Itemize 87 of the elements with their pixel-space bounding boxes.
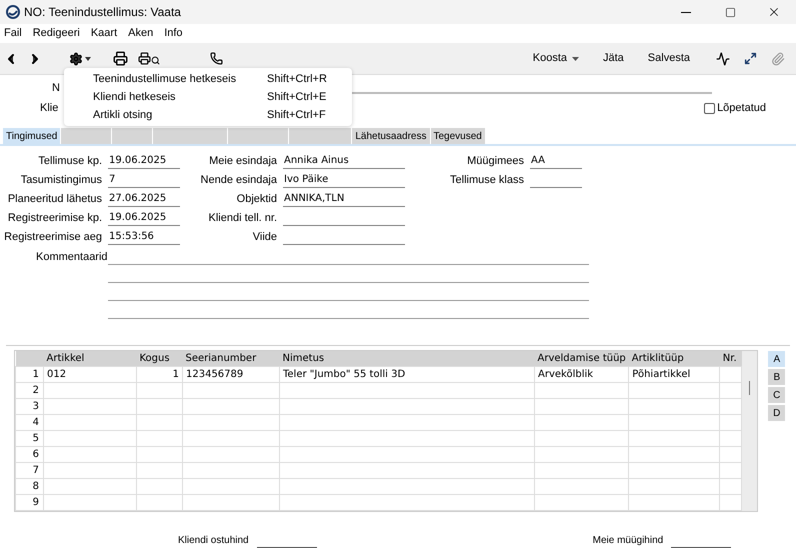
window-title: NO: Teenindustellimus: Vaata bbox=[24, 4, 181, 21]
table-cell bbox=[136, 462, 182, 478]
tab[interactable]: Tingimused bbox=[3, 128, 60, 144]
field-label: Meie müügihind bbox=[592, 534, 664, 548]
field-label: Tasumistingimus bbox=[20, 173, 102, 188]
table-cell bbox=[136, 430, 182, 446]
row-number: 7 bbox=[16, 462, 44, 478]
toolbar-button[interactable]: Koosta bbox=[520, 48, 591, 70]
toolbar-button[interactable]: Jäta bbox=[591, 48, 636, 70]
field-label: Registreerimise kp. bbox=[6, 211, 102, 226]
caret-icon bbox=[572, 56, 579, 60]
field-label: Objektid bbox=[236, 192, 277, 208]
menu-item[interactable]: Kaart bbox=[90, 25, 118, 42]
table-cell bbox=[136, 478, 182, 494]
attachment-icon[interactable] bbox=[771, 52, 785, 66]
row-number: 8 bbox=[16, 478, 44, 494]
table-cell bbox=[136, 382, 182, 398]
table-cell bbox=[136, 398, 182, 414]
menu-item[interactable]: Teenindustellimuse hetkeseis Shift+Ctrl+R bbox=[64, 70, 352, 88]
row-number: 3 bbox=[16, 398, 44, 414]
column-header: Seerianumber bbox=[182, 351, 280, 366]
table-cell: 123456789 bbox=[182, 366, 280, 382]
field-label: Tellimuse klass bbox=[449, 173, 524, 188]
side-tab[interactable]: A bbox=[768, 351, 786, 367]
field-label: Klie bbox=[40, 100, 58, 116]
print-preview-icon[interactable] bbox=[138, 52, 160, 65]
input-field[interactable]: 27.06.2025 bbox=[108, 192, 180, 207]
field-label: Tellimuse kp. bbox=[37, 154, 102, 170]
row-number: 4 bbox=[16, 414, 44, 430]
column-header: Artiklitüüp bbox=[628, 351, 720, 366]
row-number: 6 bbox=[16, 446, 44, 462]
column-header: Nimetus bbox=[280, 351, 534, 366]
table-cell bbox=[136, 446, 182, 462]
menu-item[interactable]: Aken bbox=[128, 25, 154, 42]
print-icon[interactable] bbox=[113, 51, 128, 66]
table-cell: 012 bbox=[44, 366, 136, 382]
tab[interactable]: Tegevused bbox=[430, 128, 485, 144]
input-field[interactable]: 19.06.2025 bbox=[108, 154, 180, 169]
phone-icon[interactable] bbox=[210, 52, 223, 65]
settings-dropdown-button[interactable] bbox=[69, 52, 91, 66]
field-label: Nende esindaja bbox=[200, 173, 277, 188]
closed-checkbox[interactable]: Lõpetatud bbox=[704, 100, 766, 116]
tab[interactable]: Lähetusaadress bbox=[352, 128, 430, 144]
expand-icon[interactable] bbox=[744, 52, 757, 65]
field-label: Planeeritud lähetus bbox=[6, 192, 102, 208]
field-label: Meie esindaja bbox=[208, 154, 277, 170]
field-label: N bbox=[52, 80, 60, 96]
input-field[interactable]: Ivo Päike bbox=[283, 173, 405, 188]
menu-item[interactable]: Info bbox=[164, 25, 183, 42]
field-label: Kliendi tell. nr. bbox=[208, 211, 277, 226]
column-header: Artikkel bbox=[44, 351, 136, 366]
table-cell: Põhiartikkel bbox=[628, 366, 720, 382]
table-cell: Arvekõlblik bbox=[534, 366, 629, 382]
input-field[interactable]: ANNIKA,TLN bbox=[283, 192, 405, 207]
activity-icon[interactable] bbox=[716, 52, 730, 66]
caret-icon bbox=[85, 56, 91, 60]
field-label: Kliendi ostuhind bbox=[178, 534, 249, 548]
side-tab[interactable]: C bbox=[768, 387, 786, 403]
column-header: Kogus bbox=[136, 351, 182, 366]
menu-item[interactable]: Fail bbox=[4, 25, 22, 42]
field-label: Viide bbox=[252, 230, 277, 246]
scrollbar-thumb[interactable] bbox=[749, 381, 750, 395]
menu-item[interactable]: Artikli otsing Shift+Ctrl+F bbox=[64, 106, 352, 124]
app-logo-icon bbox=[6, 5, 20, 19]
row-number: 1 bbox=[16, 366, 44, 382]
input-field[interactable]: 19.06.2025 bbox=[108, 211, 180, 226]
input-field[interactable]: 7 bbox=[108, 173, 180, 188]
column-header: Arveldamise tüüp bbox=[534, 351, 629, 366]
row-number: 5 bbox=[16, 430, 44, 446]
table-cell bbox=[136, 414, 182, 430]
field-label: Müügimees bbox=[466, 154, 524, 170]
menu-item[interactable]: Redigeeri bbox=[32, 25, 80, 42]
input-field[interactable]: AA bbox=[530, 154, 582, 169]
input-field[interactable]: Annika Ainus bbox=[283, 154, 405, 169]
field-label: Registreerimise aeg bbox=[3, 230, 102, 246]
menu-item[interactable]: Kliendi hetkeseis Shift+Ctrl+E bbox=[64, 88, 352, 106]
table-cell bbox=[136, 494, 182, 510]
table-cell: Teler "Jumbo" 55 tolli 3D bbox=[280, 366, 534, 382]
row-number: 2 bbox=[16, 382, 44, 398]
row-number: 9 bbox=[16, 494, 44, 510]
toolbar-button[interactable]: Salvesta bbox=[636, 48, 702, 70]
side-tab[interactable]: D bbox=[768, 405, 786, 421]
maximize-icon bbox=[724, 6, 736, 18]
field-label: Kommentaarid bbox=[36, 250, 108, 265]
table-cell: 1 bbox=[136, 366, 182, 382]
side-tab[interactable]: B bbox=[768, 369, 786, 385]
input-field[interactable]: 15:53:56 bbox=[108, 230, 180, 245]
